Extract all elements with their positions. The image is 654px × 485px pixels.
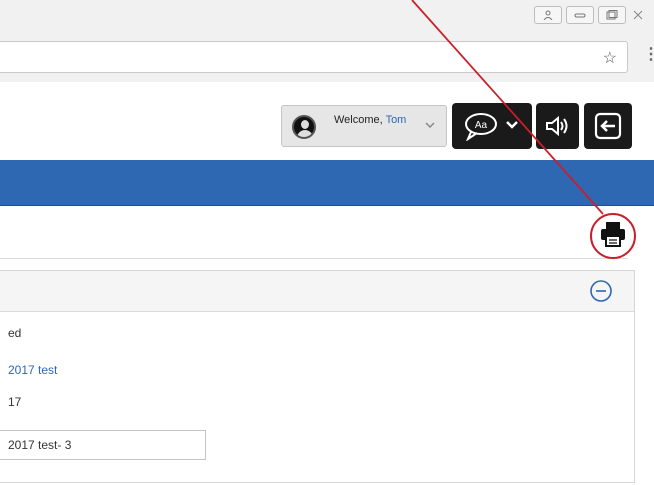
user-name: Tom (385, 114, 407, 126)
minimize-button[interactable] (566, 6, 594, 24)
panel-header (0, 271, 634, 312)
logout-button[interactable] (584, 103, 632, 149)
address-bar[interactable]: ☆ (0, 41, 628, 73)
restore-icon (606, 10, 618, 20)
star-icon[interactable]: ☆ (603, 48, 617, 68)
collapse-minus-circle-icon[interactable] (589, 279, 613, 303)
status-text: ed (8, 326, 22, 340)
welcome-label: Welcome, (334, 114, 383, 126)
annotation-circle (590, 213, 636, 259)
navigation-bar (0, 160, 654, 206)
test-link[interactable]: 2017 test (8, 363, 57, 377)
person-icon (543, 10, 553, 20)
speaker-icon (545, 115, 567, 137)
minimize-icon (574, 13, 586, 18)
avatar (292, 115, 316, 139)
profile-button[interactable] (534, 6, 562, 24)
close-icon (633, 10, 643, 20)
window-controls (534, 6, 646, 24)
kebab-menu-icon[interactable]: ⋮ (643, 47, 654, 63)
toolbar (0, 206, 628, 259)
welcome-text: Welcome, Tom (334, 114, 406, 126)
audio-button[interactable] (536, 103, 579, 149)
test-name-input[interactable] (0, 430, 206, 460)
close-button[interactable] (630, 7, 646, 23)
language-button[interactable]: Aa (452, 103, 532, 149)
restore-button[interactable] (598, 6, 626, 24)
chevron-down-icon (425, 122, 435, 129)
svg-text:Aa: Aa (475, 120, 488, 131)
translate-bubble-icon: Aa (465, 113, 518, 141)
user-menu[interactable]: Welcome, Tom (281, 105, 447, 147)
date-text: 17 (8, 395, 22, 409)
logout-icon (594, 112, 622, 140)
